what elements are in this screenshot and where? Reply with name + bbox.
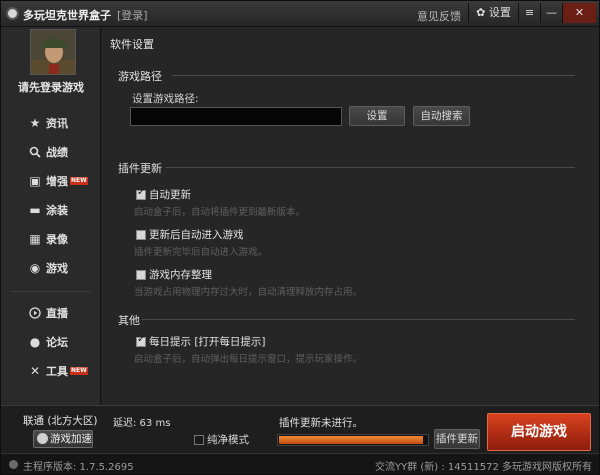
sidebar-item-label: 增强 <box>46 175 68 188</box>
play-icon <box>27 306 43 320</box>
status-bar: 主程序版本: 1.7.5.2695 交流YY群 (新) : 14511572 多… <box>1 453 599 474</box>
sidebar-item-label: 直播 <box>46 307 68 320</box>
soldier-portrait-icon <box>31 30 75 74</box>
daily-tips-checkbox[interactable]: 每日提示 [打开每日提示] <box>136 334 266 349</box>
pure-mode-checkbox[interactable]: 纯净模式 <box>194 432 249 447</box>
page-title: 软件设置 <box>110 38 154 51</box>
search-icon <box>27 145 43 159</box>
star-icon: ★ <box>29 116 41 130</box>
settings-label: 设置 <box>488 6 511 19</box>
latency-readout: 延迟: 63 ms <box>113 418 171 429</box>
gear-icon: ✿ <box>476 6 486 19</box>
update-status-text: 插件更新未进行。 <box>279 417 363 429</box>
plugin-update-button[interactable]: 插件更新 <box>434 429 480 449</box>
checkbox-unchecked[interactable] <box>136 229 146 240</box>
settings-panel: 软件设置 游戏路径 设置游戏路径: 设置 自动搜索 插件更新 自动更新 启动盒子… <box>102 27 599 405</box>
menu-dropdown-button[interactable]: ≡ <box>518 3 540 23</box>
sidebar-item-label: 战绩 <box>46 146 68 159</box>
version-text: 主程序版本: 1.7.5.2695 <box>23 462 134 473</box>
checkbox-label: 更新后自动进入游戏 <box>149 229 244 241</box>
section-divider <box>172 75 575 76</box>
game-accelerate-button[interactable]: 游戏加速 <box>33 430 93 448</box>
section-divider <box>166 167 575 168</box>
set-path-button[interactable]: 设置 <box>349 106 405 126</box>
section-heading-plugin-update: 插件更新 <box>118 162 162 175</box>
tools-icon: ✕ <box>29 364 41 378</box>
sidebar-item-label: 涂装 <box>46 204 68 217</box>
checkbox-label: 游戏内存整理 <box>149 269 212 281</box>
sidebar: 请先登录游戏 ★ 资讯 战绩 ▣ 增强 NEW ▬ 涂装 ▦ 录像 ◉ 游戏 直… <box>1 27 101 405</box>
option-description: 启动盒子后，自动弹出每日提示窗口，提示玩家操作。 <box>134 354 363 365</box>
accelerate-icon <box>37 433 48 444</box>
server-region[interactable]: 联通 (北方大区) <box>23 413 98 428</box>
toolbox-icon: ▣ <box>29 174 41 188</box>
sidebar-item-records[interactable]: 战绩 <box>27 142 68 162</box>
login-hint: 请先登录游戏 <box>18 81 84 94</box>
sidebar-item-forum[interactable]: ● 论坛 <box>27 332 68 352</box>
copyright-text: 交流YY群 (新) : 14511572 多玩游戏网版权所有 <box>375 462 593 473</box>
tank-icon: ▬ <box>29 203 41 217</box>
auto-enter-game-checkbox[interactable]: 更新后自动进入游戏 <box>136 227 244 242</box>
sidebar-item-tools[interactable]: ✕ 工具 NEW <box>27 361 88 381</box>
feedback-link[interactable]: 意见反馈 <box>417 8 461 24</box>
gamepad-icon: ◉ <box>29 261 41 275</box>
sidebar-item-label: 工具 <box>46 365 68 378</box>
minimize-icon: — <box>546 6 557 19</box>
chat-icon: ● <box>29 335 41 349</box>
sidebar-item-label: 游戏 <box>46 262 68 275</box>
sidebar-item-news[interactable]: ★ 资讯 <box>27 113 68 133</box>
section-divider <box>142 319 575 320</box>
sidebar-item-label: 录像 <box>46 233 68 246</box>
auto-update-checkbox[interactable]: 自动更新 <box>136 187 191 202</box>
option-description: 启动盒子后，自动将插件更到最新版本。 <box>134 207 306 218</box>
minimize-button[interactable]: — <box>540 3 562 23</box>
sidebar-item-label: 论坛 <box>46 336 68 349</box>
close-button[interactable]: ✕ <box>562 3 596 23</box>
game-path-input[interactable] <box>130 107 342 126</box>
sidebar-item-label: 资讯 <box>46 117 68 130</box>
menu-icon: ≡ <box>524 6 535 19</box>
progress-fill <box>279 436 423 444</box>
sidebar-item-games[interactable]: ◉ 游戏 <box>27 258 68 278</box>
checkbox-label: 自动更新 <box>149 189 191 201</box>
login-link[interactable]: [登录] <box>117 7 148 23</box>
checkbox-label: 每日提示 [打开每日提示] <box>149 336 266 348</box>
title-bar: 多玩坦克世界盒子 [登录] 意见反馈 ✿ 设置 ≡ — ✕ <box>1 1 599 27</box>
checkbox-label: 纯净模式 <box>207 434 249 446</box>
film-icon: ▦ <box>29 232 41 246</box>
checkbox-checked[interactable] <box>136 334 146 347</box>
sidebar-divider <box>11 291 91 292</box>
option-description: 当游戏占用物理内存过大时，自动清理释放内存占用。 <box>134 287 363 298</box>
new-badge: NEW <box>70 367 88 375</box>
avatar[interactable] <box>30 29 76 75</box>
new-badge: NEW <box>70 177 88 185</box>
section-heading-other: 其他 <box>118 314 140 327</box>
app-title: 多玩坦克世界盒子 <box>23 9 111 22</box>
close-icon: ✕ <box>574 6 585 19</box>
checkbox-unchecked[interactable] <box>194 434 204 445</box>
status-dot-icon <box>9 460 18 469</box>
checkbox-checked[interactable] <box>136 187 146 200</box>
sidebar-item-live[interactable]: 直播 <box>27 303 68 323</box>
checkbox-unchecked[interactable] <box>136 269 146 280</box>
sidebar-item-enhance[interactable]: ▣ 增强 NEW <box>27 171 88 191</box>
memory-cleanup-checkbox[interactable]: 游戏内存整理 <box>136 267 212 282</box>
option-description: 插件更新完毕后自动进入游戏。 <box>134 247 268 258</box>
app-window: 多玩坦克世界盒子 [登录] 意见反馈 ✿ 设置 ≡ — ✕ 请先登录游戏 ★ 资… <box>0 0 600 475</box>
section-heading-game-path: 游戏路径 <box>118 70 162 83</box>
update-progress-bar <box>277 434 429 446</box>
game-path-label: 设置游戏路径: <box>132 93 199 105</box>
accelerate-label: 游戏加速 <box>50 433 92 445</box>
auto-search-button[interactable]: 自动搜索 <box>413 106 470 126</box>
app-logo-icon <box>6 7 19 20</box>
sidebar-item-replays[interactable]: ▦ 录像 <box>27 229 68 249</box>
sidebar-item-skins[interactable]: ▬ 涂装 <box>27 200 68 220</box>
launch-game-button[interactable]: 启动游戏 <box>487 413 591 451</box>
settings-button[interactable]: ✿ 设置 <box>468 3 518 23</box>
bottom-bar: 联通 (北方大区) 延迟: 63 ms 游戏加速 纯净模式 插件更新未进行。 插… <box>1 405 599 453</box>
